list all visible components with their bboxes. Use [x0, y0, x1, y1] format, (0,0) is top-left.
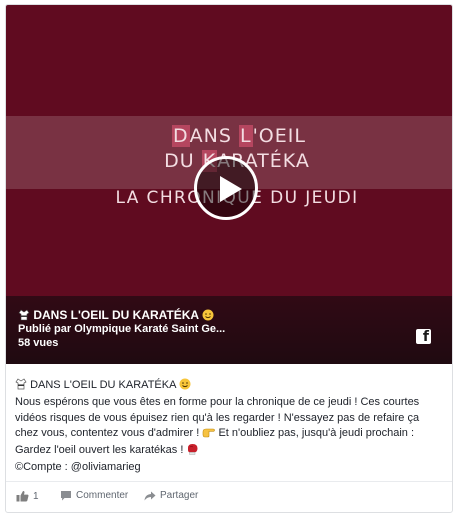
comment-icon — [60, 490, 72, 501]
post-line: Nous espérons que vous êtes en forme pou… — [15, 396, 420, 409]
post-heading: DANS L'OEIL DU KARATÉKA — [15, 378, 447, 395]
smiling-face-icon — [202, 309, 214, 324]
boxing-glove-icon — [186, 443, 199, 460]
smiling-face-icon — [179, 378, 191, 395]
overlay-title[interactable]: DANS L'OEIL DU KARATÉKA — [18, 308, 214, 324]
post-line: ©Compte : @oliviamarieg — [15, 461, 141, 474]
publisher-line[interactable]: Publié par Olympique Karaté Saint Ge... — [18, 323, 225, 335]
karate-uniform-icon — [15, 378, 27, 395]
share-icon — [144, 491, 156, 501]
post-text: DANS L'OEIL DU KARATÉKA Nous espérons qu… — [15, 378, 447, 476]
video-info-overlay: DANS L'OEIL DU KARATÉKA Publié par Olymp… — [6, 296, 452, 364]
video-player[interactable]: DANS L'OEIL DU KARATÉKA LA CHRONIQUE DU … — [6, 5, 452, 364]
post-line: Gardez l'oeil ouvert les karatékas ! — [15, 443, 447, 460]
share-button[interactable]: Partager — [144, 490, 198, 501]
post-line: vidéos risques de vous épuisez rien qu'à… — [15, 411, 420, 424]
post-card: DANS L'OEIL DU KARATÉKA LA CHRONIQUE DU … — [5, 4, 453, 513]
pointing-finger-icon — [202, 427, 216, 443]
comment-label: Commenter — [76, 490, 129, 501]
video-title-line-1: DANS L'OEIL — [172, 125, 306, 147]
post-line: chez vous, contentez vous d'admirer ! Et… — [15, 426, 447, 443]
play-button[interactable] — [194, 156, 258, 220]
like-count: 1 — [33, 490, 39, 502]
like-button[interactable]: 1 — [16, 490, 39, 502]
view-count: 58 vues — [18, 337, 59, 349]
share-label: Partager — [160, 490, 199, 501]
facebook-icon[interactable]: f — [416, 329, 431, 344]
thumbs-up-icon — [16, 490, 29, 502]
comment-button[interactable]: Commenter — [60, 490, 128, 501]
karate-uniform-icon — [18, 309, 30, 324]
divider — [6, 481, 452, 482]
